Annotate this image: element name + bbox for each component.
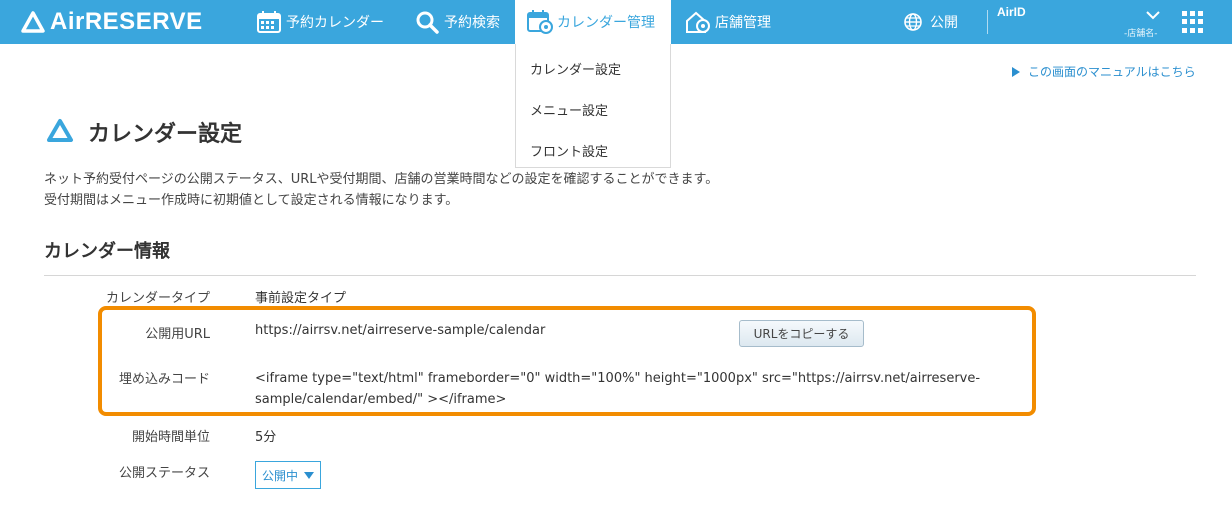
globe-icon: [900, 9, 926, 35]
nav-search-label: 予約検索: [444, 15, 500, 31]
section-title: カレンダー情報: [44, 241, 170, 262]
description-line-2: 受付期間はメニュー作成時に初期値として設定される情報になります。: [44, 193, 459, 208]
public-status-label: 公開ステータス: [118, 466, 210, 481]
dropdown-item-front-settings[interactable]: フロント設定: [530, 141, 608, 160]
manual-link[interactable]: この画面のマニュアルはこちら: [1012, 63, 1196, 80]
nav-calendar-manage[interactable]: カレンダー管理: [515, 0, 671, 44]
divider: [987, 10, 988, 34]
public-url-value: https://airrsv.net/airreserve-sample/cal…: [255, 323, 546, 338]
nav-calendar-label: 予約カレンダー: [286, 15, 384, 31]
header-bar: AirRESERVE 予約カレンダー 予約検索 カレンダー管理 店舗管理 公開 …: [0, 0, 1232, 44]
public-url-label: 公開用URL: [145, 327, 210, 342]
calendar-gear-icon: [527, 9, 553, 35]
divider: [44, 275, 1196, 276]
dropdown-item-calendar-settings[interactable]: カレンダー設定: [530, 59, 621, 78]
logo-text: AirRESERVE: [50, 8, 203, 35]
triangle-logo-icon: [21, 11, 45, 33]
page-title: カレンダー設定: [88, 122, 243, 147]
embed-code-label: 埋め込みコード: [118, 372, 210, 387]
store-gear-icon: [685, 9, 711, 35]
start-time-unit-label: 開始時間単位: [131, 430, 210, 445]
calendar-type-value: 事前設定タイプ: [255, 291, 347, 306]
start-time-unit-value: 5分: [255, 430, 277, 445]
triangle-logo-icon: [47, 119, 73, 142]
nav-public-label: 公開: [930, 15, 958, 31]
description-line-1: ネット予約受付ページの公開ステータス、URLや受付期間、店舗の営業時間などの設定…: [44, 172, 719, 187]
page-description: ネット予約受付ページの公開ステータス、URLや受付期間、店舗の営業時間などの設定…: [44, 169, 718, 211]
embed-code-value: <iframe type="text/html" frameborder="0"…: [255, 371, 981, 407]
play-triangle-icon: [1012, 66, 1020, 77]
public-status-value: 公開中: [262, 468, 299, 483]
manual-link-label: この画面のマニュアルはこちら: [1028, 65, 1196, 79]
caret-down-icon: [304, 471, 315, 479]
copy-url-button[interactable]: URLをコピーする: [739, 320, 864, 347]
airid-label[interactable]: AirID: [997, 5, 1026, 19]
nav-manage-label: カレンダー管理: [557, 15, 655, 31]
store-name: -店舗名-: [1124, 29, 1158, 39]
nav-store-label: 店舗管理: [715, 15, 771, 31]
calendar-manage-dropdown: カレンダー設定 メニュー設定 フロント設定: [515, 44, 671, 168]
apps-grid-icon[interactable]: [1182, 11, 1204, 33]
chevron-down-icon[interactable]: [1144, 8, 1162, 22]
nav-search[interactable]: 予約検索: [414, 0, 500, 44]
dropdown-item-menu-settings[interactable]: メニュー設定: [530, 100, 608, 119]
nav-public[interactable]: 公開: [900, 0, 958, 44]
calendar-icon: [256, 9, 282, 35]
nav-calendar[interactable]: 予約カレンダー: [256, 0, 384, 44]
search-icon: [414, 9, 440, 35]
public-status-select[interactable]: 公開中: [255, 461, 321, 489]
calendar-type-label: カレンダータイプ: [105, 291, 210, 306]
airreserve-logo[interactable]: AirRESERVE: [20, 9, 203, 35]
nav-store[interactable]: 店舗管理: [685, 0, 771, 44]
